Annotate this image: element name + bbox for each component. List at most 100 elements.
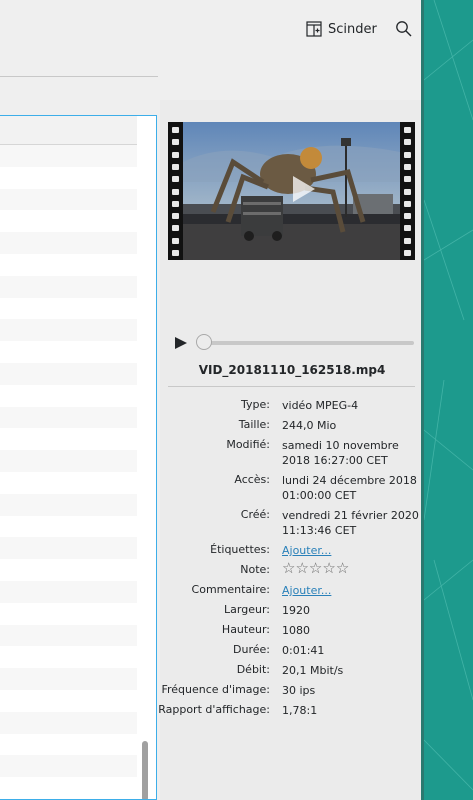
sprocket-hole [172,127,179,133]
list-row[interactable] [0,341,137,363]
list-row[interactable] [0,362,137,385]
sprocket-hole [172,213,179,220]
film-strip-left [168,122,183,260]
list-row[interactable] [0,515,137,538]
property-value: 30 ips [282,684,316,697]
split-view-icon [306,21,322,37]
toolbar-separator [0,76,158,77]
property-value: 20,1 Mbit/s [282,664,344,677]
sprocket-hole [404,225,411,232]
property-label: Largeur: [224,603,270,616]
list-row[interactable] [0,166,137,189]
property-label: Hauteur: [221,623,270,636]
play-overlay-icon[interactable] [287,174,317,207]
property-label: Durée: [233,643,270,656]
star-icon[interactable]: ☆ [309,561,322,576]
property-value: lundi 24 décembre 2018 01:00:00 CET [282,474,417,502]
sprocket-hole [172,163,179,170]
sprocket-hole [404,151,411,158]
list-row[interactable] [0,232,137,254]
list-header[interactable] [0,116,137,145]
star-icon[interactable]: ☆ [336,561,349,576]
list-row[interactable] [0,777,137,799]
property-value: 244,0 Mio [282,419,337,432]
seek-handle[interactable] [196,334,212,350]
list-row[interactable] [0,428,137,451]
sprocket-hole [404,237,411,244]
sprocket-hole [172,139,179,146]
property-label: Type: [241,398,270,411]
list-row[interactable] [0,559,137,581]
star-icon[interactable]: ☆ [322,561,335,576]
property-value: vendredi 21 février 2020 11:13:46 CET [282,509,419,537]
list-row[interactable] [0,145,137,167]
property-value: vidéo MPEG-4 [282,399,359,412]
list-row[interactable] [0,689,137,712]
list-row[interactable] [0,624,137,647]
seek-bar[interactable] [206,341,414,345]
property-label: Créé: [240,508,270,521]
play-button[interactable] [174,336,188,353]
property-value: 1920 [282,604,310,617]
property-label: Commentaire: [191,583,270,596]
list-row[interactable] [0,580,137,603]
toolbar: Scinder [0,0,424,58]
split-button[interactable]: Scinder [306,18,377,40]
sprocket-hole [172,188,179,195]
sprocket-hole [172,151,179,158]
search-icon [395,21,413,41]
film-strip-right [400,122,415,260]
property-label: Note: [240,563,270,576]
list-row[interactable] [0,537,137,560]
sprocket-hole [404,163,411,170]
list-row[interactable] [0,471,137,494]
sprocket-hole [404,139,411,146]
list-row[interactable] [0,188,137,211]
property-label: Débit: [236,663,270,676]
media-player [174,334,414,352]
property-value: 0:01:41 [282,644,325,657]
video-preview[interactable] [168,122,415,260]
list-row[interactable] [0,210,137,233]
property-label: Rapport d'affichage: [158,703,270,716]
sprocket-hole [404,200,411,207]
property-label: Étiquettes: [210,543,270,556]
list-row[interactable] [0,755,137,778]
sprocket-hole [172,225,179,232]
list-header-corner [137,116,156,144]
file-name: VID_20181110_162518.mp4 [198,363,386,377]
sprocket-hole [172,176,179,183]
file-rows [0,145,137,799]
list-row[interactable] [0,646,137,669]
sprocket-hole [404,176,411,183]
list-row[interactable] [0,275,137,298]
list-row[interactable] [0,253,137,276]
list-row[interactable] [0,711,137,734]
sprocket-hole [404,188,411,195]
search-button[interactable] [395,20,413,38]
sprocket-hole [404,250,411,256]
property-label: Modifié: [226,438,270,451]
list-row[interactable] [0,668,137,690]
property-value: samedi 10 novembre 2018 16:27:00 CET [282,439,399,467]
video-thumbnail [183,122,400,260]
desktop-wallpaper [424,0,473,800]
list-row[interactable] [0,493,137,516]
star-icon[interactable]: ☆ [282,561,295,576]
add-link[interactable]: Ajouter... [282,543,420,558]
list-row[interactable] [0,319,137,342]
add-link[interactable]: Ajouter... [282,583,420,598]
star-icon[interactable]: ☆ [295,561,308,576]
list-row[interactable] [0,406,137,429]
sprocket-hole [404,127,411,133]
list-row[interactable] [0,733,137,756]
list-scrollbar[interactable] [142,741,148,799]
list-row[interactable] [0,602,137,625]
file-list[interactable] [0,115,157,800]
information-panel: VID_20181110_162518.mp4 Type: vidéo MPEG-… [158,100,424,800]
list-row[interactable] [0,450,137,472]
list-row[interactable] [0,384,137,407]
sprocket-hole [172,237,179,244]
list-row[interactable] [0,297,137,320]
rating-stars[interactable]: ☆ ☆ ☆ ☆ ☆ [282,561,349,576]
